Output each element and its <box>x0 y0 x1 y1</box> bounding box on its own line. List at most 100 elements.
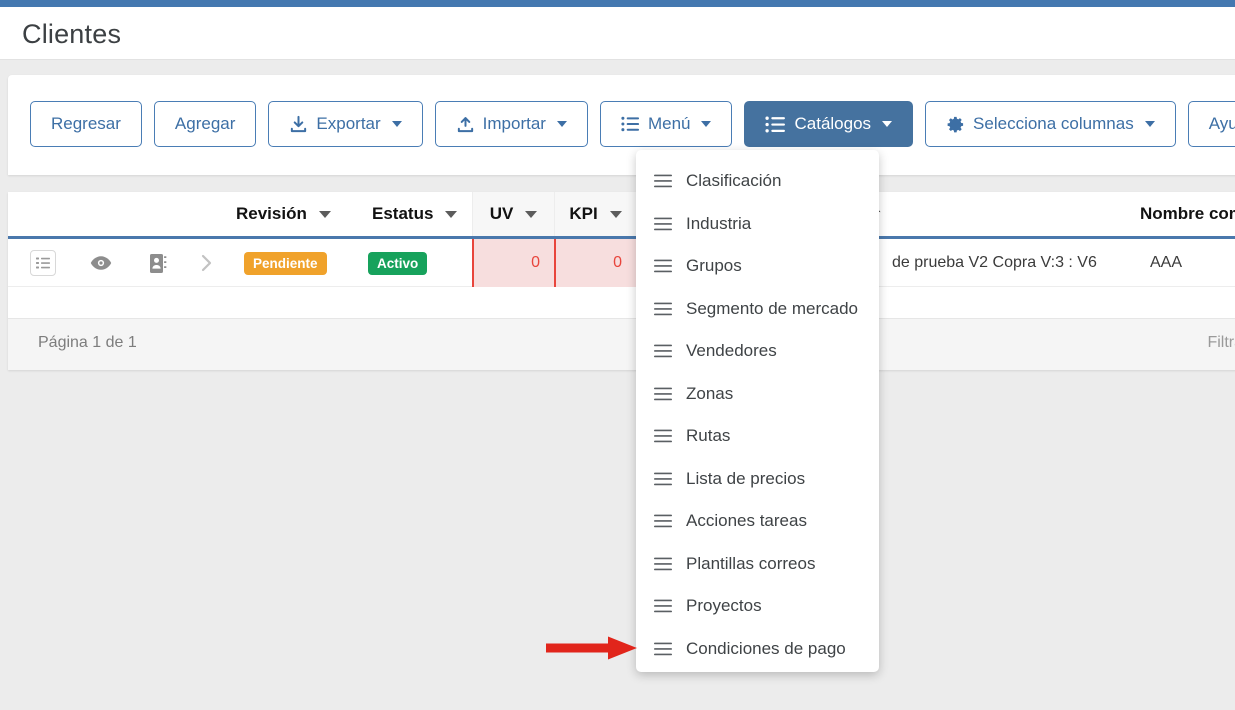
list-icon <box>654 302 672 316</box>
list-icon <box>654 514 672 528</box>
menu-item-lista-de-precios-label: Lista de precios <box>686 468 806 488</box>
menu-item-industria[interactable]: Industria <box>636 203 879 246</box>
menu-button[interactable]: Menú <box>599 101 733 147</box>
column-header-estatus[interactable]: Estatus <box>372 192 458 236</box>
column-header-kpi[interactable]: KPI <box>554 192 636 236</box>
list-icon <box>654 174 672 188</box>
list-icon <box>654 344 672 358</box>
column-header-nombre-comercial-label: Nombre com <box>1140 204 1235 223</box>
page-title: Clientes <box>22 19 122 49</box>
menu-item-condiciones-de-pago[interactable]: Condiciones de pago <box>636 628 879 671</box>
filter-label[interactable]: Filtra <box>1207 334 1235 352</box>
status-badge-estatus: Activo <box>368 251 428 275</box>
importar-button-label: Importar <box>482 114 546 133</box>
chevron-down-icon[interactable] <box>445 210 458 218</box>
grid-footer: Página 1 de 1 Filtra <box>8 318 1235 370</box>
agregar-button-label: Agregar <box>174 114 236 133</box>
menu-item-segmento-de-mercado[interactable]: Segmento de mercado <box>636 288 879 331</box>
list-icon <box>654 642 672 656</box>
ayuda-button[interactable]: Ayuda <box>1187 101 1235 147</box>
cell-nombre-comercial: AAA <box>1150 239 1182 287</box>
toolbar: Regresar Agregar Exportar Importar Menú … <box>30 101 1235 147</box>
menu-item-clasificacion-label: Clasificación <box>686 171 782 191</box>
chevron-right-icon[interactable] <box>200 253 214 273</box>
list-box-icon[interactable] <box>30 250 56 276</box>
list-icon <box>654 259 672 273</box>
list-icon <box>654 599 672 613</box>
selecciona-columnas-button[interactable]: Selecciona columnas <box>925 101 1176 147</box>
agregar-button[interactable]: Agregar <box>153 101 257 147</box>
list-icon <box>654 472 672 486</box>
menu-item-acciones-tareas-label: Acciones tareas <box>686 511 807 531</box>
chevron-down-icon <box>391 121 402 127</box>
chevron-down-icon[interactable] <box>525 210 538 218</box>
chevron-down-icon <box>701 121 712 127</box>
list-icon <box>765 116 786 133</box>
pagination-info: Página 1 de 1 <box>38 334 137 351</box>
toolbar-card: Regresar Agregar Exportar Importar Menú … <box>8 75 1235 175</box>
upload-icon <box>456 115 475 134</box>
menu-item-zonas-label: Zonas <box>686 383 734 403</box>
menu-item-vendedores[interactable]: Vendedores <box>636 330 879 373</box>
table-row[interactable]: Pendiente Activo 0 0 de prueba V2 Copra … <box>8 239 1235 287</box>
menu-item-clasificacion[interactable]: Clasificación <box>636 160 879 203</box>
contact-card-icon[interactable] <box>150 253 167 273</box>
column-header-nombre-comercial[interactable]: Nombre com <box>1140 192 1235 236</box>
annotation-arrow-icon <box>546 635 638 666</box>
column-header-uv[interactable]: UV <box>472 192 554 236</box>
catalogos-dropdown-menu[interactable]: Clasificación Industria Grupos Segmento … <box>636 150 879 672</box>
column-header-estatus-label: Estatus <box>372 204 434 223</box>
chevron-down-icon <box>556 121 567 127</box>
cell-revision: Pendiente <box>244 239 327 287</box>
menu-item-acciones-tareas[interactable]: Acciones tareas <box>636 500 879 543</box>
column-header-uv-label: UV <box>489 204 514 223</box>
menu-item-vendedores-label: Vendedores <box>686 341 777 361</box>
chevron-down-icon <box>1144 121 1155 127</box>
list-icon <box>654 217 672 231</box>
cell-nombre-comercial-text: AAA <box>1150 254 1183 271</box>
eye-icon[interactable] <box>90 255 112 271</box>
importar-button[interactable]: Importar <box>434 101 588 147</box>
list-icon <box>621 116 640 132</box>
row-action-expand[interactable] <box>200 239 214 287</box>
list-icon <box>654 557 672 571</box>
row-action-view[interactable] <box>90 239 112 287</box>
catalogos-button-label: Catálogos <box>794 114 872 133</box>
menu-item-lista-de-precios[interactable]: Lista de precios <box>636 458 879 501</box>
menu-item-plantillas-correos[interactable]: Plantillas correos <box>636 543 879 586</box>
menu-item-proyectos[interactable]: Proyectos <box>636 585 879 628</box>
app-root: Clientes Regresar Agregar Exportar Impor… <box>0 0 1235 710</box>
menu-item-zonas[interactable]: Zonas <box>636 373 879 416</box>
row-action-detail[interactable] <box>30 239 56 287</box>
chevron-down-icon[interactable] <box>318 210 331 218</box>
top-accent-bar <box>0 0 1235 7</box>
column-header-kpi-label: KPI <box>569 204 598 223</box>
menu-item-segmento-de-mercado-label: Segmento de mercado <box>686 298 858 318</box>
menu-item-rutas[interactable]: Rutas <box>636 415 879 458</box>
list-icon <box>654 387 672 401</box>
chevron-down-icon[interactable] <box>609 210 622 218</box>
row-action-contact[interactable] <box>150 239 167 287</box>
column-header-revision[interactable]: Revisión <box>236 192 331 236</box>
cell-descripcion: de prueba V2 Copra V:3 : V6 <box>892 239 1097 287</box>
catalogos-button[interactable]: Catálogos <box>744 101 914 147</box>
menu-button-label: Menú <box>647 114 691 133</box>
exportar-button[interactable]: Exportar <box>268 101 423 147</box>
cell-descripcion-text: de prueba V2 Copra V:3 : V6 <box>892 254 1097 271</box>
list-icon <box>654 429 672 443</box>
regresar-button[interactable]: Regresar <box>30 101 142 147</box>
menu-item-grupos[interactable]: Grupos <box>636 245 879 288</box>
ayuda-button-label: Ayuda <box>1208 114 1235 133</box>
cell-kpi: 0 <box>554 239 636 287</box>
column-header-revision-label: Revisión <box>236 204 307 223</box>
menu-item-plantillas-correos-label: Plantillas correos <box>686 553 816 573</box>
grid-header-row: Revisión Estatus UV KPI ↑ Nombre com <box>8 192 1235 239</box>
gear-icon <box>946 115 965 134</box>
download-icon <box>289 115 308 134</box>
page-title-band: Clientes <box>0 7 1235 60</box>
selecciona-columnas-button-label: Selecciona columnas <box>973 114 1134 133</box>
regresar-button-label: Regresar <box>51 114 121 133</box>
status-badge-revision: Pendiente <box>244 251 327 275</box>
chevron-down-icon <box>882 121 893 127</box>
exportar-button-label: Exportar <box>316 114 381 133</box>
